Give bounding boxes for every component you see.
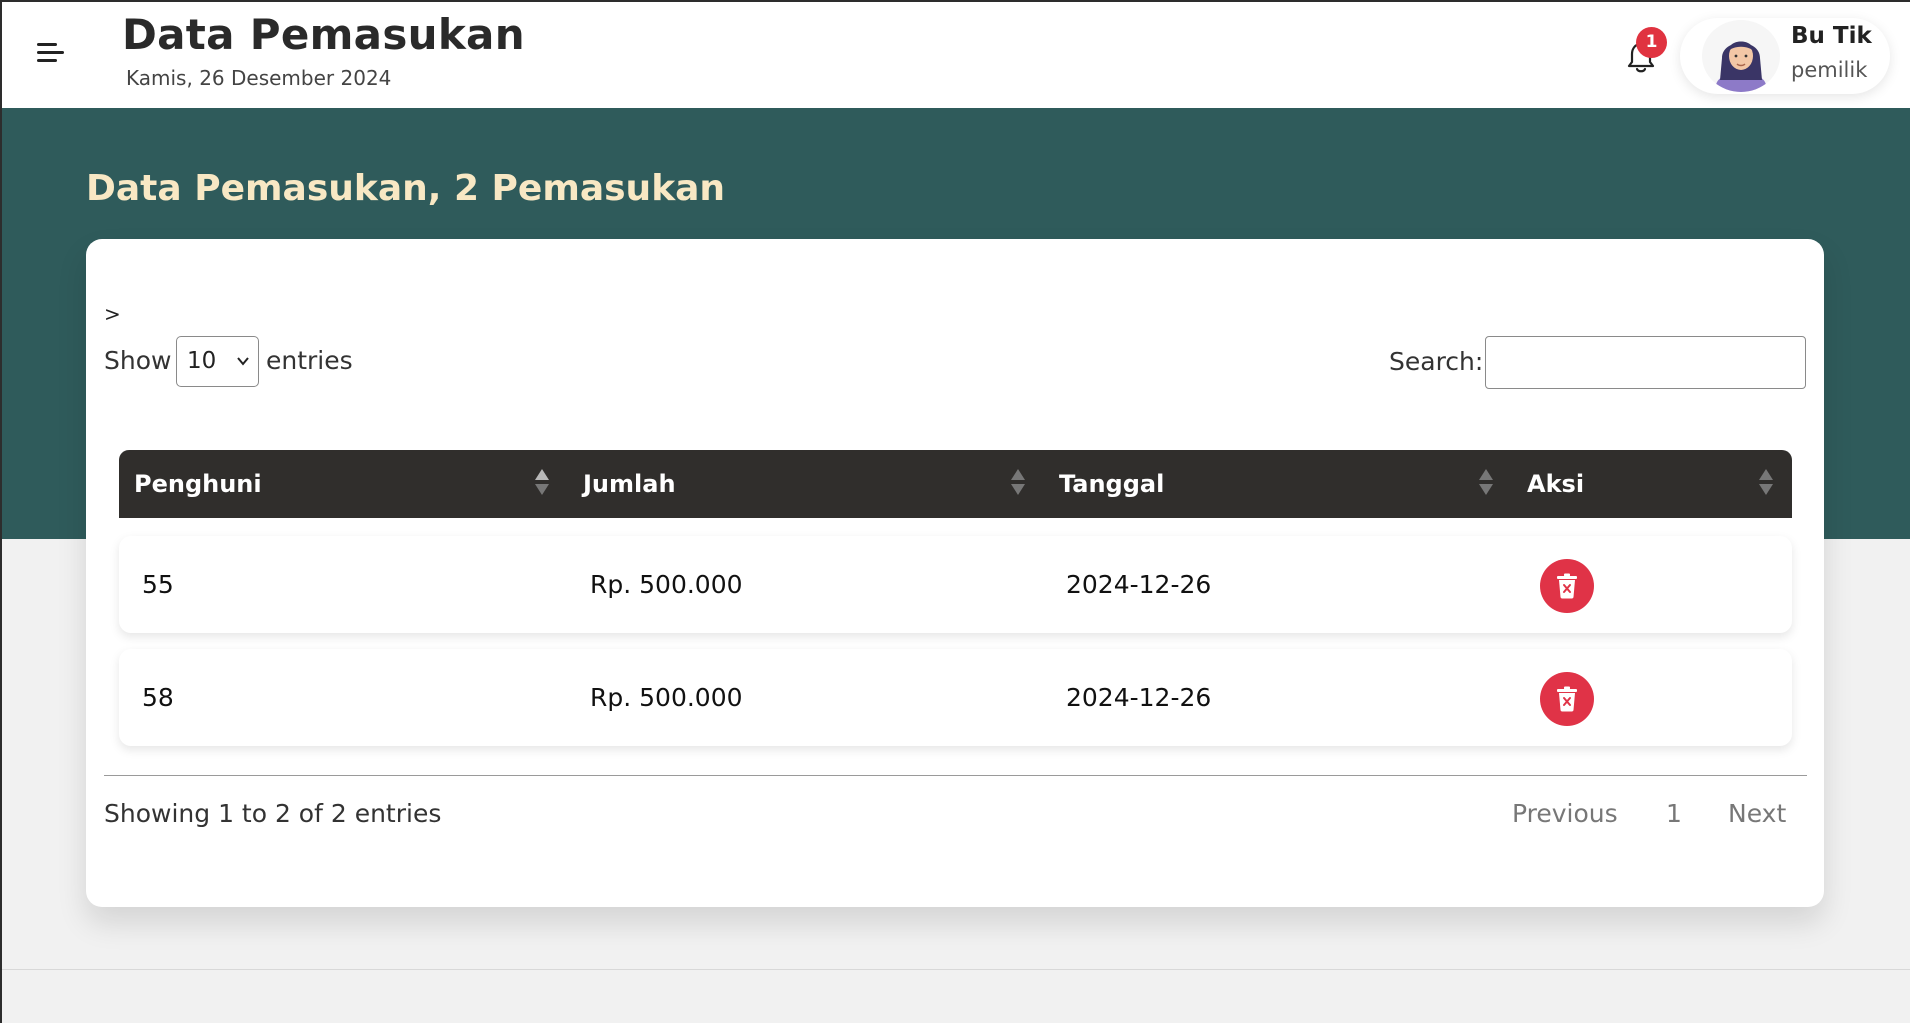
table-header: Penghuni Jumlah Tanggal Aksi [119,450,1792,518]
column-header-label: Penghuni [134,470,262,498]
entries-length-value: 10 [187,348,217,374]
user-profile-card[interactable]: Bu Tik pemilik [1680,18,1890,94]
chevron-right-icon: > [104,302,121,326]
delete-button[interactable] [1540,559,1594,613]
cell-tanggal: 2024-12-26 [1066,683,1212,712]
cell-jumlah: Rp. 500.000 [590,683,743,712]
search-label: Search: [1389,347,1484,376]
column-header-tanggal[interactable]: Tanggal [1059,450,1164,518]
search-input[interactable] [1485,336,1806,389]
trash-icon [1557,573,1577,599]
entries-length-select[interactable]: 10 [176,336,259,387]
user-role: pemilik [1791,58,1868,82]
data-table-card: > Show 10 entries Search: Penghuni Jumla… [86,239,1824,907]
footer-divider [0,969,1910,970]
chevron-down-icon [236,337,250,405]
section-title: Data Pemasukan, 2 Pemasukan [86,168,726,209]
cell-tanggal: 2024-12-26 [1066,570,1212,599]
menu-icon[interactable] [37,41,65,65]
table-info: Showing 1 to 2 of 2 entries [104,799,442,828]
avatar [1702,20,1780,92]
show-label: Show [104,346,172,375]
table-row: 55 Rp. 500.000 2024-12-26 [119,536,1792,633]
user-name: Bu Tik [1791,23,1872,49]
delete-button[interactable] [1540,672,1594,726]
sort-icon[interactable] [1479,469,1493,499]
next-page-button[interactable]: Next [1728,799,1786,828]
entries-label: entries [266,346,353,375]
page-1-button[interactable]: 1 [1666,799,1682,828]
sort-icon[interactable] [1759,469,1773,499]
sort-icon[interactable] [535,469,549,499]
cell-penghuni: 58 [142,683,174,712]
table-divider [104,775,1807,776]
sort-icon[interactable] [1011,469,1025,499]
column-header-label: Jumlah [583,470,676,498]
table-row: 58 Rp. 500.000 2024-12-26 [119,649,1792,746]
page-title: Data Pemasukan [122,10,525,59]
notification-badge[interactable]: 1 [1636,27,1667,58]
top-bar: Data Pemasukan Kamis, 26 Desember 2024 1… [0,0,1910,108]
trash-icon [1557,686,1577,712]
column-header-label: Tanggal [1059,470,1165,498]
previous-page-button[interactable]: Previous [1512,799,1618,828]
column-header-jumlah[interactable]: Jumlah [583,450,676,518]
page-date: Kamis, 26 Desember 2024 [126,66,392,90]
column-header-aksi[interactable]: Aksi [1527,450,1584,518]
column-header-label: Aksi [1527,470,1585,498]
cell-jumlah: Rp. 500.000 [590,570,743,599]
column-header-penghuni[interactable]: Penghuni [134,450,262,518]
cell-penghuni: 55 [142,570,174,599]
